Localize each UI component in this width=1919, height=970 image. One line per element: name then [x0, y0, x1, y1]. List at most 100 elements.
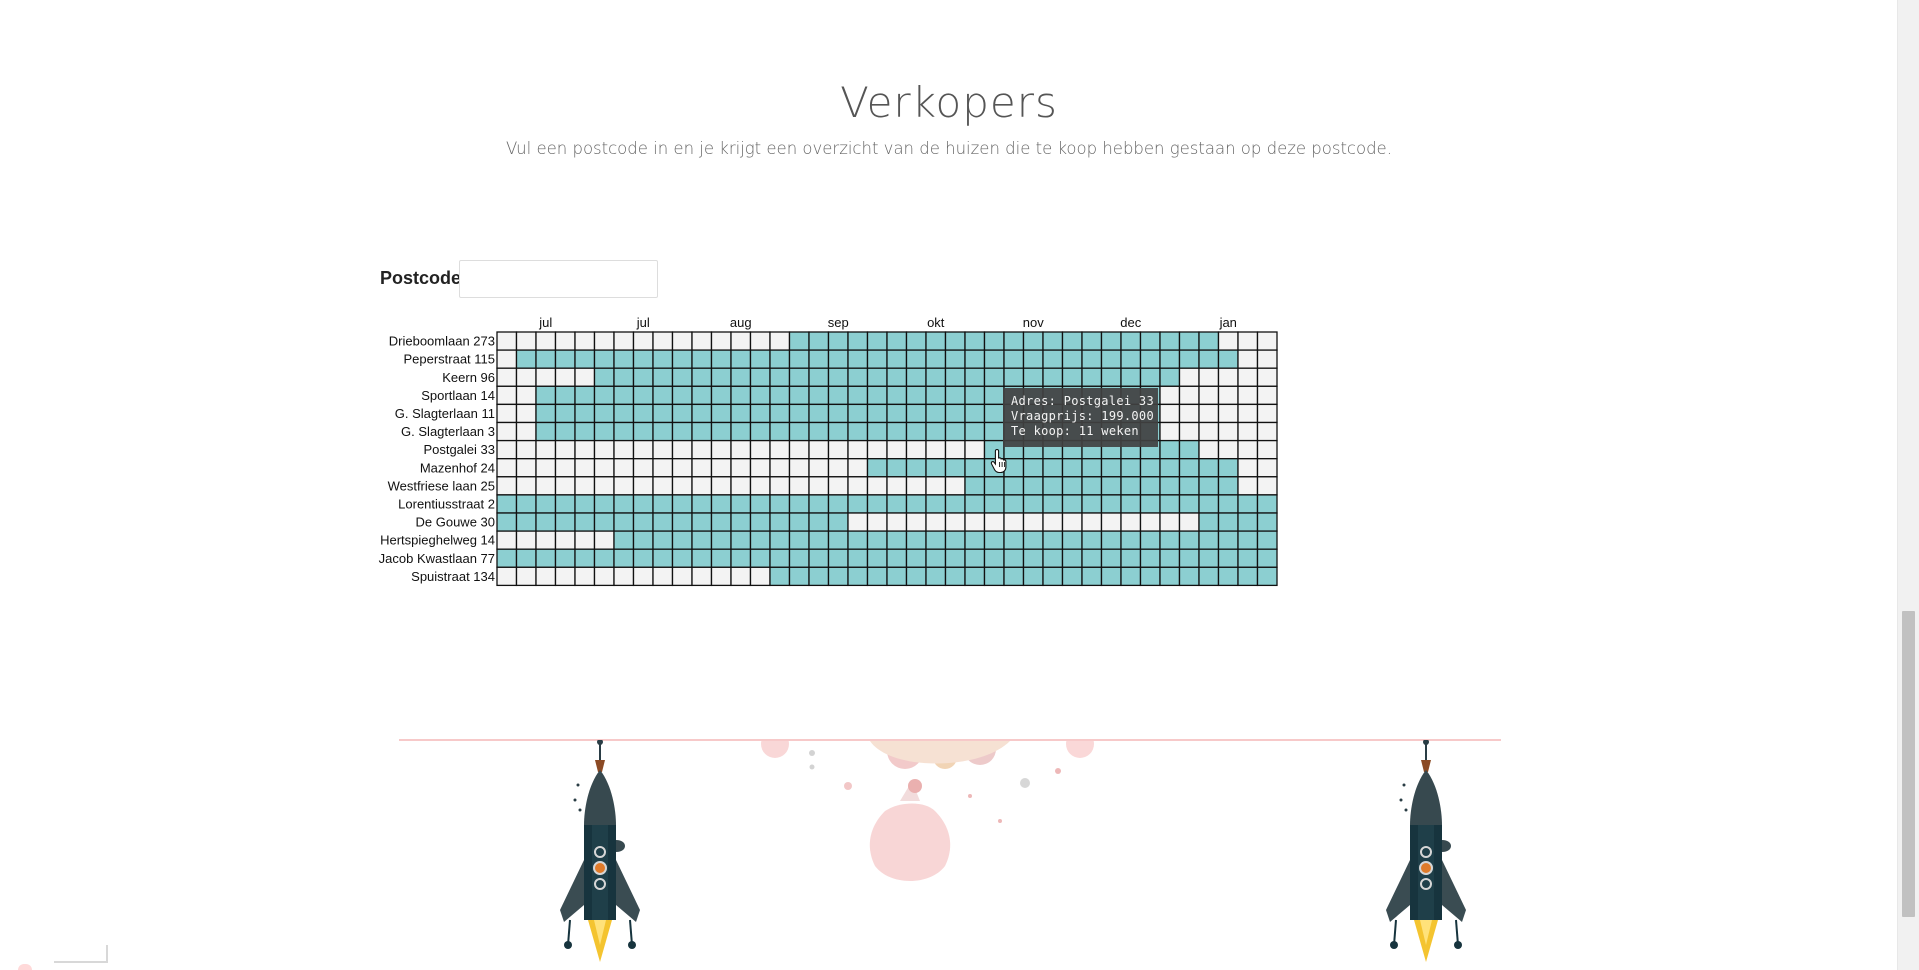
cell-for-sale[interactable] [944, 548, 966, 568]
cell-empty[interactable] [496, 403, 518, 424]
cell-for-sale[interactable] [769, 494, 791, 514]
cell-for-sale[interactable] [983, 331, 1005, 351]
cell-empty[interactable] [574, 476, 596, 496]
cell-empty[interactable] [730, 458, 752, 478]
cell-for-sale[interactable] [613, 494, 635, 514]
cell-for-sale[interactable] [1081, 458, 1103, 478]
cell-empty[interactable] [613, 566, 635, 587]
cell-empty[interactable] [1256, 476, 1278, 496]
cell-for-sale[interactable] [1061, 458, 1083, 478]
cell-for-sale[interactable] [671, 421, 693, 442]
cell-for-sale[interactable] [788, 367, 810, 387]
cell-for-sale[interactable] [1042, 458, 1064, 478]
cell-for-sale[interactable] [730, 367, 752, 387]
cell-for-sale[interactable] [535, 494, 557, 514]
cell-empty[interactable] [515, 458, 537, 478]
cell-for-sale[interactable] [1256, 566, 1278, 587]
cell-for-sale[interactable] [1198, 349, 1220, 369]
cell-empty[interactable] [769, 458, 791, 478]
cell-for-sale[interactable] [847, 385, 869, 406]
cell-for-sale[interactable] [1237, 530, 1259, 550]
cell-for-sale[interactable] [671, 367, 693, 387]
cell-for-sale[interactable] [886, 349, 908, 369]
cell-for-sale[interactable] [905, 331, 927, 351]
cell-empty[interactable] [613, 439, 635, 460]
cell-for-sale[interactable] [574, 494, 596, 514]
cell-for-sale[interactable] [1003, 494, 1025, 514]
cell-empty[interactable] [574, 439, 596, 460]
cell-for-sale[interactable] [515, 494, 537, 514]
cell-for-sale[interactable] [1081, 548, 1103, 568]
cell-for-sale[interactable] [1022, 349, 1044, 369]
cell-for-sale[interactable] [1003, 566, 1025, 587]
cell-for-sale[interactable] [1100, 548, 1122, 568]
cell-empty[interactable] [730, 439, 752, 460]
cell-empty[interactable] [1256, 439, 1278, 460]
cell-empty[interactable] [1139, 512, 1161, 532]
cell-empty[interactable] [944, 476, 966, 496]
cell-empty[interactable] [1159, 403, 1181, 424]
cell-for-sale[interactable] [808, 349, 830, 369]
cell-for-sale[interactable] [554, 548, 576, 568]
cell-for-sale[interactable] [1120, 566, 1142, 587]
cell-for-sale[interactable] [1100, 367, 1122, 387]
cell-for-sale[interactable] [1217, 494, 1239, 514]
cell-for-sale[interactable] [886, 548, 908, 568]
cell-for-sale[interactable] [691, 512, 713, 532]
cell-empty[interactable] [1237, 476, 1259, 496]
cell-empty[interactable] [1159, 512, 1181, 532]
cell-for-sale[interactable] [1081, 494, 1103, 514]
cell-empty[interactable] [1042, 512, 1064, 532]
cell-for-sale[interactable] [515, 349, 537, 369]
cell-empty[interactable] [749, 331, 771, 351]
cell-for-sale[interactable] [1198, 458, 1220, 478]
cell-for-sale[interactable] [827, 548, 849, 568]
cell-for-sale[interactable] [905, 530, 927, 550]
cell-for-sale[interactable] [1178, 530, 1200, 550]
cell-for-sale[interactable] [1178, 439, 1200, 460]
cell-empty[interactable] [1237, 458, 1259, 478]
cell-for-sale[interactable] [886, 458, 908, 478]
cell-for-sale[interactable] [691, 494, 713, 514]
cell-for-sale[interactable] [827, 566, 849, 587]
cell-empty[interactable] [827, 439, 849, 460]
cell-for-sale[interactable] [1022, 566, 1044, 587]
cell-for-sale[interactable] [1003, 530, 1025, 550]
cell-for-sale[interactable] [827, 530, 849, 550]
cell-for-sale[interactable] [788, 403, 810, 424]
cell-for-sale[interactable] [671, 403, 693, 424]
cell-for-sale[interactable] [554, 421, 576, 442]
cell-for-sale[interactable] [983, 385, 1005, 406]
cell-empty[interactable] [1237, 439, 1259, 460]
cell-for-sale[interactable] [652, 530, 674, 550]
cell-for-sale[interactable] [788, 349, 810, 369]
cell-for-sale[interactable] [691, 367, 713, 387]
cell-for-sale[interactable] [788, 421, 810, 442]
cell-for-sale[interactable] [847, 566, 869, 587]
cell-for-sale[interactable] [1178, 476, 1200, 496]
cell-for-sale[interactable] [1256, 512, 1278, 532]
cell-empty[interactable] [535, 458, 557, 478]
cell-for-sale[interactable] [671, 548, 693, 568]
cell-empty[interactable] [1100, 512, 1122, 532]
cell-for-sale[interactable] [847, 548, 869, 568]
cell-for-sale[interactable] [964, 548, 986, 568]
cell-for-sale[interactable] [1198, 512, 1220, 532]
cell-empty[interactable] [554, 367, 576, 387]
cell-for-sale[interactable] [944, 458, 966, 478]
cell-for-sale[interactable] [1159, 566, 1181, 587]
cell-empty[interactable] [1081, 512, 1103, 532]
cell-empty[interactable] [691, 476, 713, 496]
cell-for-sale[interactable] [613, 548, 635, 568]
cell-for-sale[interactable] [1198, 548, 1220, 568]
cell-empty[interactable] [535, 476, 557, 496]
cell-for-sale[interactable] [925, 367, 947, 387]
cell-for-sale[interactable] [964, 331, 986, 351]
cell-for-sale[interactable] [1198, 476, 1220, 496]
cell-empty[interactable] [905, 512, 927, 532]
cell-for-sale[interactable] [749, 421, 771, 442]
cell-for-sale[interactable] [710, 548, 732, 568]
cell-for-sale[interactable] [730, 548, 752, 568]
cell-for-sale[interactable] [1120, 458, 1142, 478]
cell-empty[interactable] [749, 439, 771, 460]
